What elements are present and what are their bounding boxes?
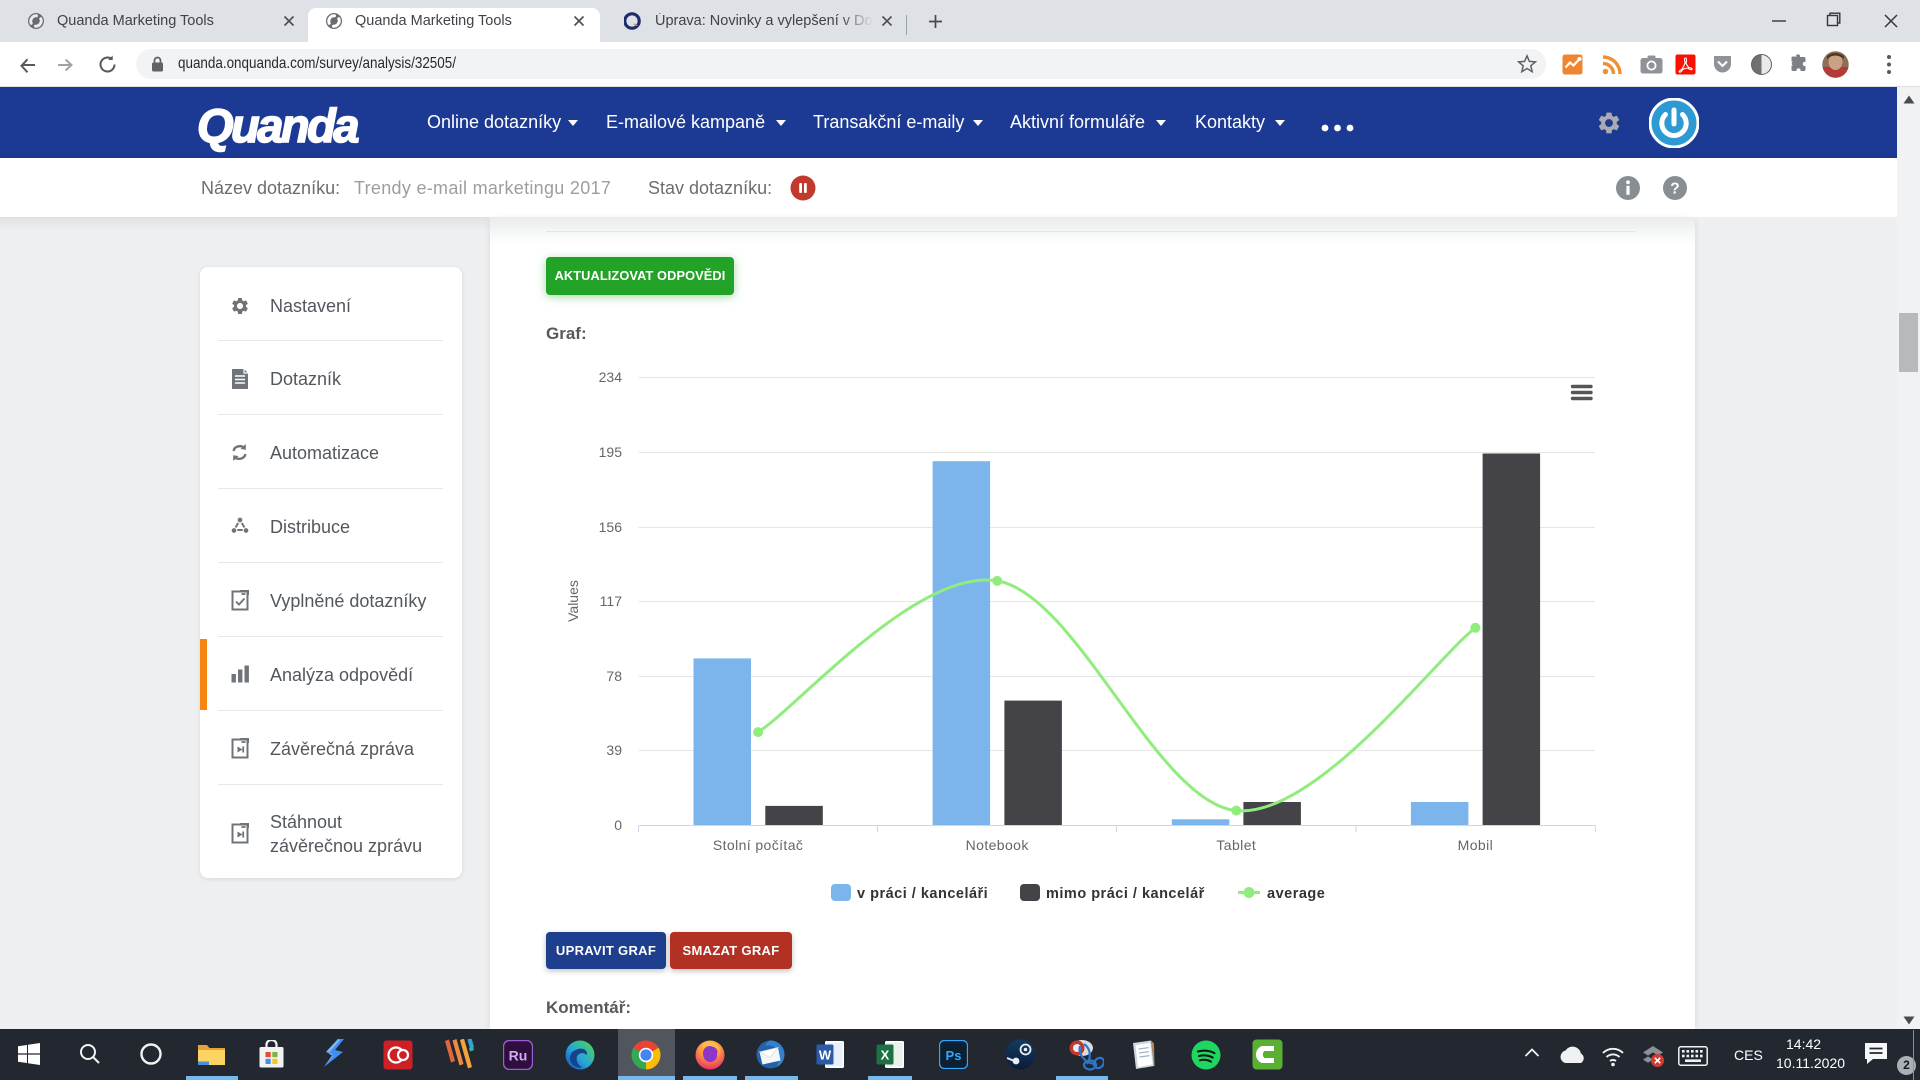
svg-text:Ps: Ps [946, 1048, 962, 1063]
svg-text:Stolní počítač: Stolní počítač [713, 837, 803, 853]
svg-text:average: average [1267, 886, 1325, 902]
svg-text:Ru: Ru [509, 1048, 528, 1064]
svg-text:117: 117 [600, 593, 623, 609]
svg-text:Notebook: Notebook [966, 837, 1030, 853]
svg-text:X: X [881, 1048, 890, 1063]
svg-text:234: 234 [599, 369, 623, 385]
svg-text:v práci / kanceláři: v práci / kanceláři [857, 886, 988, 902]
svg-text:Tablet: Tablet [1216, 837, 1256, 853]
svg-text:78: 78 [606, 668, 622, 684]
svg-text:Mobil: Mobil [1458, 837, 1493, 853]
svg-text:Values: Values [565, 580, 581, 622]
svg-text:mimo práci / kancelář: mimo práci / kancelář [1046, 886, 1205, 902]
svg-text:195: 195 [599, 444, 623, 460]
svg-text:156: 156 [599, 519, 623, 535]
svg-text:?: ? [1670, 181, 1679, 198]
svg-text:W: W [819, 1048, 832, 1063]
svg-text:0: 0 [614, 817, 622, 833]
svg-text:39: 39 [606, 742, 622, 758]
